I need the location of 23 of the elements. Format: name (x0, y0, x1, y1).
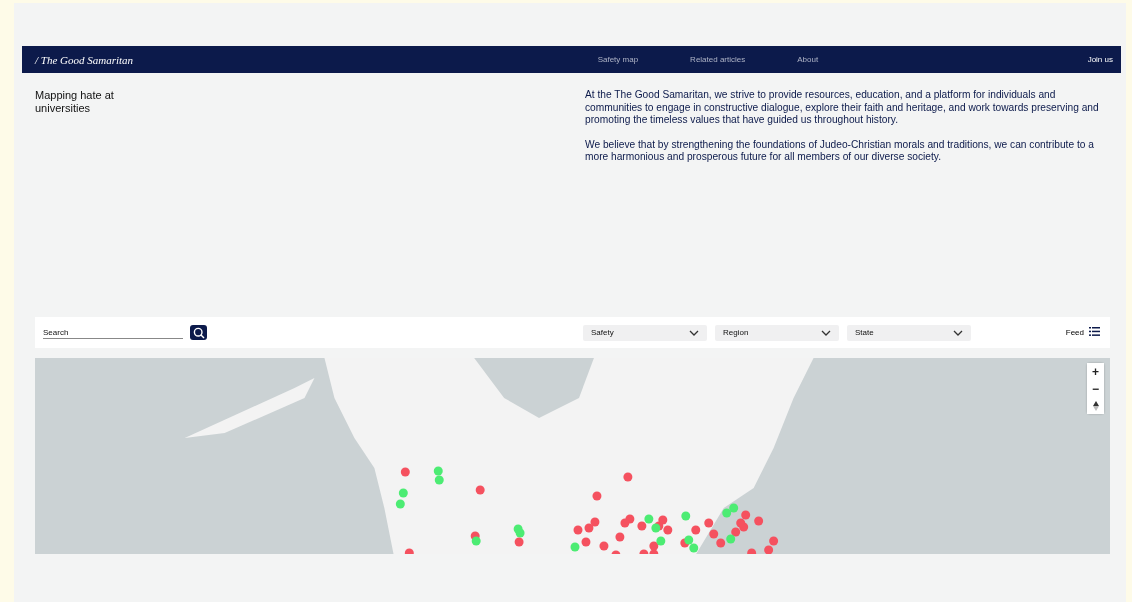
feed-button[interactable]: Feed (1065, 327, 1100, 338)
search-icon (192, 326, 205, 339)
search-field[interactable]: Search (43, 326, 183, 339)
nav-link[interactable]: Related articles (690, 55, 746, 64)
nav-link[interactable]: Safety map (597, 55, 639, 64)
search-button[interactable] (190, 325, 207, 340)
intro-paragraph: We believe that by strengthening the foundations of Judeo-Christian morals and traditions, we can contribute to a more harmonious and prosperous future for all members of our diverse society. (585, 138, 1095, 164)
join-link[interactable]: Join us (1087, 55, 1113, 64)
zoom-in-button[interactable]: + (1087, 363, 1104, 380)
chevron-icon (953, 329, 963, 336)
compass-icon (1092, 400, 1099, 411)
dropdown[interactable]: Safety (583, 324, 707, 341)
compass-button[interactable] (1087, 397, 1104, 414)
intro-paragraph: At the The Good Samaritan, we strive to provide resources, education, and a platform for individuals and communities to engage in constructive dialogue, explore their faith and heritage, and work towards preserving and promoting the timeless values that have guided us throughout history. (585, 89, 1100, 127)
page-heading: Mapping hate at universities (35, 89, 115, 116)
zoom-out-button[interactable]: − (1087, 380, 1104, 397)
nav-link[interactable]: About (797, 55, 819, 64)
brand-link[interactable]: / The Good Samaritan (35, 53, 598, 66)
chevron-icon (821, 329, 831, 336)
list-icon (1089, 327, 1100, 336)
chevron-icon (689, 329, 699, 336)
dropdown[interactable]: Region (715, 324, 839, 341)
dropdown[interactable]: State (847, 324, 971, 341)
